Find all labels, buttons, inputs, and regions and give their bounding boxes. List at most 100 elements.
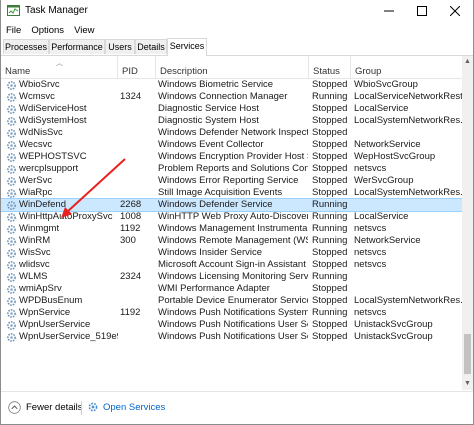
service-row[interactable]: WpnUserService_519e9 Windows Push Notific…	[1, 331, 462, 343]
service-pid	[120, 295, 156, 307]
service-name: WLMS	[19, 271, 48, 282]
service-name-cell: WPDBusEnum	[6, 295, 118, 307]
scroll-up-arrow-icon[interactable]: ▲	[462, 56, 473, 68]
column-header-status[interactable]: Status	[309, 56, 351, 78]
menu-view[interactable]: View	[69, 25, 99, 36]
service-row[interactable]: WEPHOSTSVC Windows Encryption Provider Ho…	[1, 151, 462, 163]
service-description: Windows Error Reporting Service	[158, 175, 299, 186]
tab-performance[interactable]: Performance	[49, 39, 105, 54]
service-row[interactable]: WiaRpc Still Image Acquisition Events Stop…	[1, 187, 462, 199]
service-row[interactable]: WdNisSvc Windows Defender Network Inspect…	[1, 127, 462, 139]
service-description: WinHTTP Web Proxy Auto-Discover...	[158, 211, 308, 222]
service-row[interactable]: WdiSystemHost Diagnostic System Host Stopp…	[1, 115, 462, 127]
service-pid	[120, 139, 156, 151]
close-button[interactable]	[438, 0, 471, 22]
service-pid: 1008	[120, 211, 142, 222]
service-name: WdiSystemHost	[19, 115, 87, 126]
service-group	[354, 283, 462, 295]
service-group	[354, 199, 462, 211]
service-gear-icon	[7, 260, 16, 270]
service-row[interactable]: wercplsupport Problem Reports and Solutio…	[1, 163, 462, 175]
service-row[interactable]: WisSvc Windows Insider Service Stopped nets…	[1, 247, 462, 259]
service-description: Diagnostic System Host	[158, 115, 259, 126]
service-pid: 1192	[120, 223, 141, 234]
service-pid	[120, 187, 156, 199]
service-pid	[120, 163, 156, 175]
service-name: WpnUserService	[19, 319, 91, 330]
service-group: LocalService	[354, 211, 409, 222]
task-manager-icon	[7, 5, 20, 16]
tab-services[interactable]: Services	[167, 38, 207, 56]
service-row[interactable]: WPDBusEnum Portable Device Enumerator Ser…	[1, 295, 462, 307]
service-name: WbioSrvc	[19, 79, 60, 90]
service-gear-icon	[7, 188, 16, 198]
service-name-cell: WpnService	[6, 307, 118, 319]
vertical-scrollbar[interactable]: ▲ ▼	[462, 56, 473, 390]
service-row[interactable]: WbioSrvc Windows Biometric Service Stopped…	[1, 79, 462, 91]
close-icon	[449, 6, 460, 16]
service-status: Stopped	[312, 283, 348, 294]
scroll-down-arrow-icon[interactable]: ▼	[462, 378, 473, 390]
column-header-pid[interactable]: PID	[118, 56, 156, 78]
service-status: Stopped	[312, 247, 348, 258]
service-description: Windows Management Instrumenta...	[158, 223, 308, 234]
service-gear-icon	[7, 320, 16, 330]
maximize-button[interactable]	[405, 0, 438, 22]
service-name: wlidsvc	[19, 259, 50, 270]
service-row[interactable]: Wecsvc Windows Event Collector Stopped Netw…	[1, 139, 462, 151]
services-list: ︿ Name PID Description Status Group Wbio…	[1, 56, 473, 390]
service-status: Stopped	[312, 175, 348, 186]
service-name-cell: WdiServiceHost	[6, 103, 118, 115]
service-name-cell: Wecsvc	[6, 139, 118, 151]
service-row[interactable]: Wcmsvc 1324 Windows Connection Manager Runn…	[1, 91, 462, 103]
service-row[interactable]: WerSvc Windows Error Reporting Service Sto…	[1, 175, 462, 187]
service-row[interactable]: WLMS 2324 Windows Licensing Monitoring Ser…	[1, 271, 462, 283]
service-name-cell: Wcmsvc	[6, 91, 118, 103]
service-name-cell: WinDefend	[6, 199, 118, 211]
service-name: wmiApSrv	[19, 283, 62, 294]
service-gear-icon	[7, 116, 16, 126]
minimize-button[interactable]	[372, 0, 405, 22]
service-status: Running	[312, 211, 348, 222]
column-header-name[interactable]: Name	[1, 56, 118, 78]
service-name: WdiServiceHost	[19, 103, 87, 114]
service-row[interactable]: Winmgmt 1192 Windows Management Instrument…	[1, 223, 462, 235]
service-row[interactable]: wlidsvc Microsoft Account Sign-in Assista…	[1, 259, 462, 271]
service-row[interactable]: WinRM 300 Windows Remote Management (WS...…	[1, 235, 462, 247]
title-bar[interactable]: Task Manager	[1, 0, 473, 22]
column-header-group[interactable]: Group	[351, 56, 462, 78]
tab-processes[interactable]: Processes	[3, 39, 49, 54]
fewer-details-button[interactable]: Fewer details	[8, 401, 83, 414]
service-group: UnistackSvcGroup	[354, 319, 433, 330]
service-row[interactable]: WinDefend 2268 Windows Defender Service Run…	[1, 198, 463, 212]
service-description: Problem Reports and Solutions Cont...	[158, 163, 308, 174]
service-name: wercplsupport	[19, 163, 79, 174]
service-status: Stopped	[312, 163, 348, 174]
tab-users[interactable]: Users	[105, 39, 135, 54]
service-group	[354, 127, 462, 139]
service-gear-icon	[7, 152, 16, 162]
column-header-description[interactable]: Description	[156, 56, 309, 78]
scroll-thumb[interactable]	[464, 334, 471, 374]
open-services-link[interactable]: Open Services	[87, 401, 165, 413]
service-status: Stopped	[312, 79, 348, 90]
service-row[interactable]: WpnUserService Windows Push Notifications…	[1, 319, 462, 331]
menu-file[interactable]: File	[1, 25, 26, 36]
service-name: WerSvc	[19, 175, 53, 186]
service-pid: 1192	[120, 307, 141, 318]
service-name: WiaRpc	[19, 187, 53, 198]
service-row[interactable]: WdiServiceHost Diagnostic Service Host Sto…	[1, 103, 462, 115]
service-gear-icon	[7, 296, 16, 306]
menu-options[interactable]: Options	[26, 25, 69, 36]
service-row[interactable]: WinHttpAutoProxySvc 1008 WinHTTP Web Proxy…	[1, 211, 462, 223]
service-status: Stopped	[312, 103, 348, 114]
service-pid: 2324	[120, 271, 142, 282]
service-row[interactable]: WpnService 1192 Windows Push Notifications…	[1, 307, 462, 319]
service-row[interactable]: wmiApSrv WMI Performance Adapter Stopped	[1, 283, 462, 295]
service-name-cell: WdiSystemHost	[6, 115, 118, 127]
service-description: Windows Insider Service	[158, 247, 263, 258]
service-name-cell: WinRM	[6, 235, 118, 247]
tab-details[interactable]: Details	[135, 39, 167, 54]
service-name-cell: wercplsupport	[6, 163, 118, 175]
service-group: LocalSystemNetworkRes...	[354, 115, 462, 126]
